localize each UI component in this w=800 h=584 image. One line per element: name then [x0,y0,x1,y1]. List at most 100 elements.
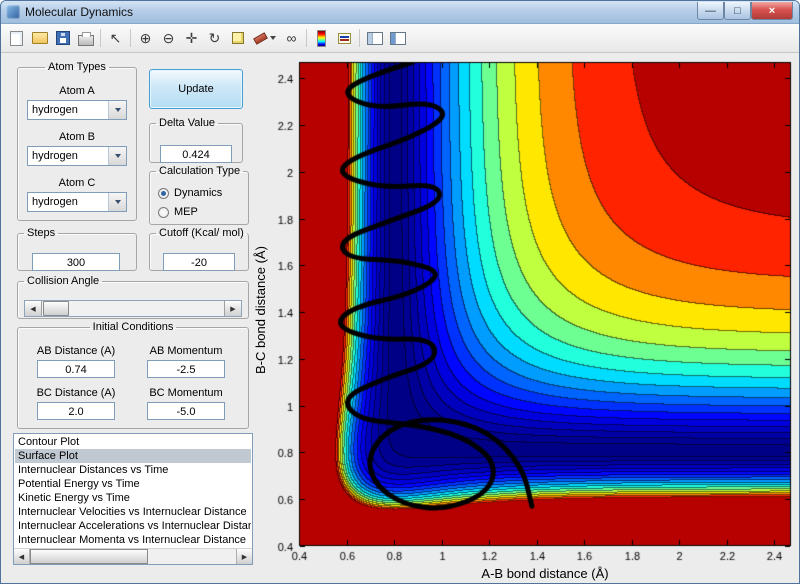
figure-content: Atom Types Atom A hydrogen Atom B hydrog… [1,53,799,584]
hide-plot-tools-icon[interactable] [363,27,386,49]
minimize-button[interactable]: — [697,2,724,20]
steps-field[interactable]: 300 [32,253,120,271]
zoom-in-icon[interactable]: ⊕ [134,27,157,49]
atom-a-dropdown[interactable]: hydrogen [27,100,127,120]
toolbar-separator [100,29,101,47]
open-file-icon[interactable] [28,27,51,49]
app-icon[interactable] [6,5,20,19]
rotate-3d-icon[interactable]: ↻ [203,27,226,49]
scrollbar-thumb[interactable] [30,549,148,564]
calculation-type-panel: Calculation Type Dynamics MEP [149,165,249,225]
contour-plot-canvas[interactable] [263,53,797,565]
slider-right-arrow[interactable]: ▶ [224,301,241,316]
application-window: Molecular Dynamics — □ × ↖ ⊕ ⊖ ✛ ↻ ∞ Ato… [0,0,800,584]
steps-title: Steps [24,227,58,239]
initial-conditions-panel: Initial Conditions AB Distance (A) 0.74 … [17,321,249,429]
window-title: Molecular Dynamics [25,5,133,19]
atom-a-label: Atom A [18,85,136,97]
bc-momentum-field[interactable]: -5.0 [147,402,225,420]
atom-b-value: hydrogen [28,150,108,162]
cutoff-field[interactable]: -20 [163,253,235,271]
initial-conditions-title: Initial Conditions [90,321,177,333]
collision-angle-title: Collision Angle [24,275,102,287]
plot-list-item[interactable]: Potential Energy vs Time [15,477,251,491]
slider-thumb[interactable] [43,301,69,316]
maximize-button[interactable]: □ [724,2,751,20]
close-button[interactable]: × [751,2,793,20]
brush-dropdown-caret[interactable] [270,36,276,40]
cutoff-title: Cutoff (Kcal/ mol) [156,227,247,239]
atom-types-title: Atom Types [45,61,109,73]
new-figure-icon[interactable] [5,27,28,49]
atom-c-row: Atom C hydrogen [18,177,136,212]
calculation-type-title: Calculation Type [156,165,243,177]
delta-value-field[interactable]: 0.424 [160,145,232,163]
zoom-out-icon[interactable]: ⊖ [157,27,180,49]
slider-track[interactable] [69,301,224,316]
scroll-left-button[interactable]: ◀ [14,549,30,564]
ab-distance-label: AB Distance (A) [24,345,128,357]
ab-momentum-group: AB Momentum -2.5 [134,345,238,378]
plot-list-item[interactable]: Internuclear Velocities vs Internuclear … [15,505,251,519]
brush-data-icon[interactable] [249,27,280,49]
toolbar-separator [306,29,307,47]
bc-momentum-label: BC Momentum [134,387,238,399]
bc-momentum-group: BC Momentum -5.0 [134,387,238,420]
bc-distance-group: BC Distance (A) 2.0 [24,387,128,420]
radio-option-mep[interactable]: MEP [158,206,198,218]
pan-hand-icon[interactable]: ✛ [180,27,203,49]
ab-distance-field[interactable]: 0.74 [37,360,115,378]
atom-b-label: Atom B [18,131,136,143]
update-button[interactable]: Update [149,69,243,109]
link-plot-icon[interactable]: ∞ [280,27,303,49]
collision-angle-slider[interactable]: ◀ ▶ [24,300,242,317]
horizontal-scrollbar[interactable]: ◀ ▶ [14,548,252,564]
plot-list-item[interactable]: Internuclear Accelerations vs Internucle… [15,519,251,533]
scrollbar-track[interactable] [148,549,236,564]
steps-panel: Steps 300 [17,227,137,271]
radio-label: MEP [174,206,198,218]
bc-distance-label: BC Distance (A) [24,387,128,399]
dropdown-arrow-button[interactable] [108,147,126,165]
plot-list-items: Contour Plot Surface Plot Internuclear D… [15,435,251,548]
ab-momentum-label: AB Momentum [134,345,238,357]
dropdown-arrow-button[interactable] [108,193,126,211]
toolbar-separator [130,29,131,47]
slider-left-arrow[interactable]: ◀ [25,301,42,316]
data-cursor-icon[interactable] [226,27,249,49]
save-figure-icon[interactable] [51,27,74,49]
atom-b-row: Atom B hydrogen [18,131,136,166]
ab-distance-group: AB Distance (A) 0.74 [24,345,128,378]
radio-label: Dynamics [174,187,222,199]
plot-list-item[interactable]: Internuclear Momenta vs Internuclear Dis… [15,533,251,547]
plot-list-item[interactable]: Kinetic Energy vs Time [15,491,251,505]
radio-option-dynamics[interactable]: Dynamics [158,187,222,199]
plot-list-item[interactable]: Contour Plot [15,435,251,449]
atom-a-value: hydrogen [28,104,108,116]
scroll-right-button[interactable]: ▶ [236,549,252,564]
atom-c-dropdown[interactable]: hydrogen [27,192,127,212]
x-axis-title: A-B bond distance (Å) [299,566,791,581]
toolbar-separator [359,29,360,47]
atom-c-value: hydrogen [28,196,108,208]
dropdown-arrow-button[interactable] [108,101,126,119]
plot-type-listbox: Contour Plot Surface Plot Internuclear D… [13,433,253,565]
chevron-down-icon [115,154,121,158]
atom-types-panel: Atom Types Atom A hydrogen Atom B hydrog… [17,61,137,221]
insert-colorbar-icon[interactable] [310,27,333,49]
delta-value-panel: Delta Value 0.424 [149,117,243,163]
ab-momentum-field[interactable]: -2.5 [147,360,225,378]
y-axis-title: B-C bond distance (Å) [253,63,269,557]
figure-toolbar: ↖ ⊕ ⊖ ✛ ↻ ∞ [1,24,799,53]
edit-plot-icon[interactable]: ↖ [104,27,127,49]
atom-b-dropdown[interactable]: hydrogen [27,146,127,166]
radio-icon [158,188,169,199]
insert-legend-icon[interactable] [333,27,356,49]
collision-angle-panel: Collision Angle ◀ ▶ [17,275,249,319]
show-plot-tools-icon[interactable] [386,27,409,49]
print-figure-icon[interactable] [74,27,97,49]
plot-list-item[interactable]: Surface Plot [15,449,251,463]
bc-distance-field[interactable]: 2.0 [37,402,115,420]
plot-list-item[interactable]: Internuclear Distances vs Time [15,463,251,477]
cutoff-panel: Cutoff (Kcal/ mol) -20 [149,227,249,271]
